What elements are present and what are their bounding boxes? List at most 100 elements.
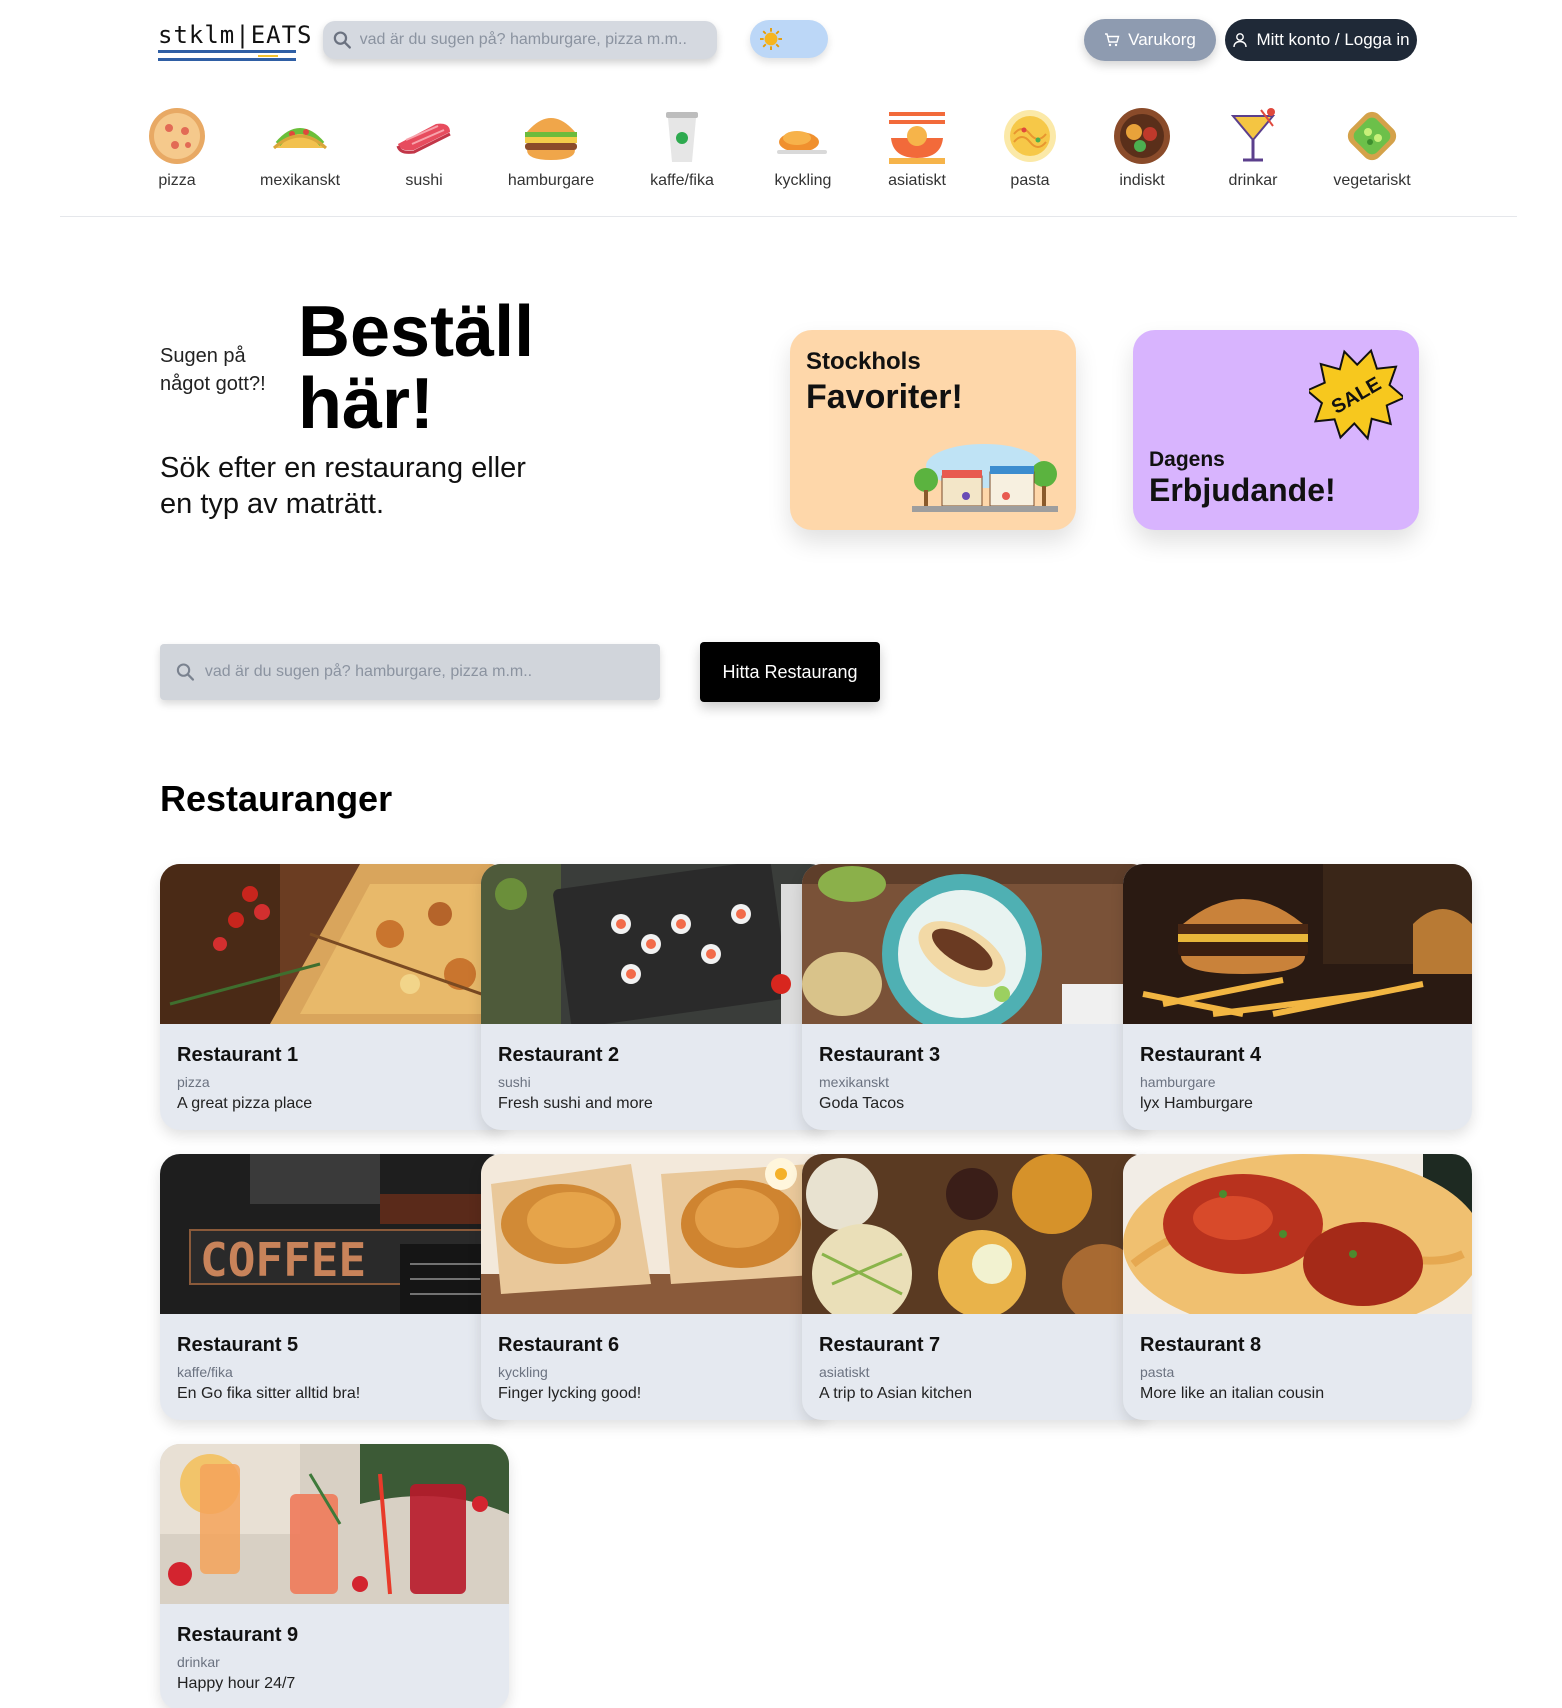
pizza-icon: [149, 108, 205, 164]
cocktail-icon: [1230, 108, 1276, 162]
daily-deal-small: Dagens: [1149, 448, 1225, 471]
restaurant-card[interactable]: Restaurant 9 drinkar Happy hour 24/7: [160, 1444, 509, 1708]
restaurant-photo-coffee: COFFEE: [160, 1154, 509, 1314]
top-nav: stklm|EATS Varukorg: [0, 0, 1562, 82]
category-drinkar[interactable]: drinkar: [1198, 104, 1308, 190]
restaurant-description: Finger lycking good!: [498, 1385, 642, 1402]
coffee-sign-text: COFFEE: [200, 1233, 366, 1287]
user-icon: [1233, 33, 1248, 48]
restaurant-photo-pizza: [160, 864, 509, 1024]
noodle-icon: [889, 112, 945, 164]
category-label: mexikanskt: [259, 172, 341, 189]
restaurant-photo-drinks: [160, 1444, 509, 1604]
restaurant-description: A trip to Asian kitchen: [819, 1385, 972, 1402]
restaurant-description: En Go fika sitter alltid bra!: [177, 1385, 361, 1402]
category-hamburgare[interactable]: hamburgare: [496, 104, 606, 190]
account-button[interactable]: Mitt konto / Logga in: [1225, 19, 1417, 61]
hero-tagline: Sugen på något gott?!: [160, 345, 266, 395]
restaurant-card[interactable]: Restaurant 7 asiatiskt A trip to Asian k…: [802, 1154, 1151, 1420]
restaurant-category: kaffe/fika: [177, 1364, 233, 1380]
restaurant-description: lyx Hamburgare: [1140, 1095, 1253, 1112]
main-search-input[interactable]: [204, 663, 660, 681]
restaurant-category: kyckling: [498, 1364, 548, 1380]
category-label: pizza: [158, 172, 196, 189]
shopping-cart-icon: [1105, 33, 1120, 47]
sun-icon: [760, 28, 782, 50]
burger-icon: [525, 118, 577, 160]
restaurant-photo-chicken: [481, 1154, 830, 1314]
taco-icon: [272, 128, 328, 150]
restaurant-photo-asian: [802, 1154, 1151, 1324]
category-label: drinkar: [1228, 172, 1278, 189]
daily-deal-card[interactable]: SALE Dagens Erbjudande!: [1133, 330, 1419, 530]
restaurant-name: Restaurant 6: [498, 1334, 620, 1356]
favorites-card-small: Stockhols: [806, 348, 921, 375]
category-indiskt[interactable]: indiskt: [1087, 104, 1197, 190]
brand-logo[interactable]: stklm|EATS: [158, 22, 313, 61]
search-icon: [333, 31, 351, 49]
logo-stripe-blue: [158, 50, 296, 53]
brand-logo-text: stklm|EATS: [158, 21, 313, 49]
restaurant-category: sushi: [498, 1074, 531, 1090]
restaurant-photo-pasta: [1123, 1154, 1472, 1334]
restaurant-card[interactable]: Restaurant 4 hamburgare lyx Hamburgare: [1123, 864, 1472, 1130]
restaurants-heading: Restauranger: [160, 778, 393, 819]
category-vegetariskt[interactable]: vegetariskt: [1317, 104, 1427, 190]
hero-headline: Beställ här!: [298, 292, 535, 444]
cart-button[interactable]: Varukorg: [1084, 19, 1216, 61]
category-pasta[interactable]: pasta: [975, 104, 1085, 190]
restaurant-description: More like an italian cousin: [1140, 1385, 1325, 1402]
coffee-cup-icon: [666, 112, 698, 162]
restaurant-description: Fresh sushi and more: [498, 1095, 653, 1112]
restaurant-description: Goda Tacos: [819, 1095, 905, 1112]
salad-icon: [1347, 111, 1397, 161]
restaurant-card[interactable]: Restaurant 6 kyckling Finger lycking goo…: [481, 1154, 830, 1420]
category-bar: pizza mexikanskt sushi hamburgare kaffe/…: [0, 104, 1562, 216]
restaurant-photo-tacos: [802, 864, 1151, 1034]
chicken-icon: [777, 124, 827, 154]
category-label: sushi: [405, 172, 443, 189]
restaurant-card[interactable]: Restaurant 8 pasta More like an italian …: [1123, 1154, 1472, 1420]
restaurant-card[interactable]: Restaurant 2 sushi Fresh sushi and more: [481, 864, 830, 1130]
category-mexikanskt[interactable]: mexikanskt: [245, 104, 355, 190]
pasta-bowl-icon: [1004, 110, 1056, 162]
restaurant-category: drinkar: [177, 1654, 220, 1670]
category-label: pasta: [1010, 172, 1050, 189]
find-restaurant-button[interactable]: Hitta Restaurang: [700, 642, 880, 702]
header-search-box: [323, 21, 717, 59]
restaurant-category: asiatiskt: [819, 1364, 870, 1380]
category-kyckling[interactable]: kyckling: [748, 104, 858, 190]
restaurant-name: Restaurant 2: [498, 1044, 620, 1066]
category-sushi[interactable]: sushi: [369, 104, 479, 190]
restaurant-photo-burger: [1123, 864, 1472, 1024]
category-pizza[interactable]: pizza: [122, 104, 232, 190]
restaurant-name: Restaurant 1: [177, 1044, 299, 1066]
restaurant-name: Restaurant 3: [819, 1044, 941, 1066]
main-search-box: [160, 644, 660, 700]
restaurant-card[interactable]: Restaurant 1 pizza A great pizza place: [160, 864, 509, 1130]
category-label: vegetariskt: [1333, 172, 1411, 189]
category-kaffe-fika[interactable]: kaffe/fika: [627, 104, 737, 190]
restaurant-category: pizza: [177, 1074, 210, 1090]
favorites-card-big: Favoriter!: [806, 378, 963, 416]
food-market-illustration: [912, 444, 1058, 512]
theme-toggle[interactable]: [750, 20, 828, 58]
daily-deal-big: Erbjudande!: [1149, 472, 1336, 508]
restaurant-name: Restaurant 9: [177, 1624, 299, 1646]
restaurant-name: Restaurant 5: [177, 1334, 299, 1356]
restaurant-description: Happy hour 24/7: [177, 1675, 296, 1692]
restaurant-category: mexikanskt: [819, 1074, 890, 1090]
category-asiatiskt[interactable]: asiatiskt: [862, 104, 972, 190]
restaurant-card[interactable]: COFFEE Restaurant 5 kaffe/fika En Go fik…: [160, 1154, 509, 1420]
logo-stripe-yellow: [258, 55, 278, 57]
category-label: hamburgare: [507, 172, 595, 189]
category-label: asiatiskt: [888, 172, 946, 189]
restaurant-name: Restaurant 7: [819, 1334, 941, 1356]
sushi-icon: [396, 123, 451, 154]
favorites-card[interactable]: Stockhols Favoriter!: [790, 330, 1076, 530]
header-search-input[interactable]: [359, 31, 717, 49]
curry-bowl-icon: [1114, 108, 1170, 164]
restaurant-card[interactable]: Restaurant 3 mexikanskt Goda Tacos: [802, 864, 1151, 1130]
restaurant-category: hamburgare: [1140, 1074, 1216, 1090]
cart-button-label: Varukorg: [1128, 30, 1196, 49]
